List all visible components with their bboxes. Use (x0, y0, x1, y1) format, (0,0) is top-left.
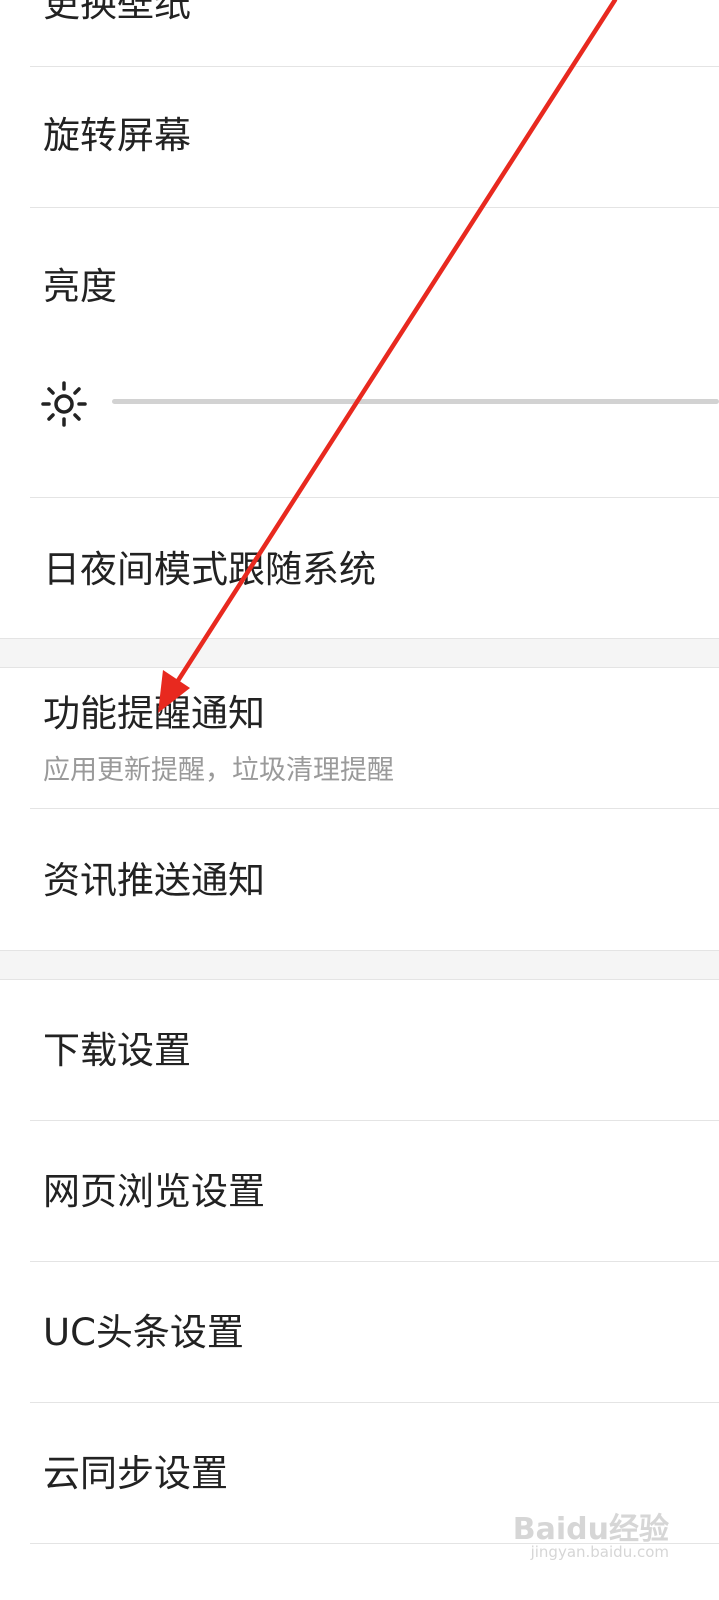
setting-row-uc-headline[interactable]: UC头条设置 (30, 1263, 719, 1403)
setting-label-news-push: 资讯推送通知 (43, 859, 265, 902)
section-divider (0, 638, 719, 668)
setting-label-browse: 网页浏览设置 (43, 1170, 265, 1213)
setting-label-brightness: 亮度 (43, 265, 117, 308)
setting-label-feature-notify: 功能提醒通知 (43, 692, 265, 735)
setting-label-wallpaper: 更换壁纸 (43, 0, 191, 25)
setting-sub-feature-notify: 应用更新提醒，垃圾清理提醒 (43, 755, 394, 786)
watermark-brand: Baidu经验 (512, 1512, 669, 1547)
setting-row-download[interactable]: 下载设置 (30, 981, 719, 1121)
setting-row-brightness: 亮度 (30, 208, 719, 498)
watermark-url: jingyan.baidu.com (530, 1543, 669, 1561)
setting-label-daynight: 日夜间模式跟随系统 (43, 548, 376, 591)
setting-label-rotate-screen: 旋转屏幕 (43, 114, 191, 157)
setting-row-browse[interactable]: 网页浏览设置 (30, 1122, 719, 1262)
brightness-slider[interactable] (112, 399, 719, 404)
sun-icon (41, 381, 87, 427)
setting-label-uc-headline: UC头条设置 (43, 1311, 244, 1354)
setting-row-wallpaper[interactable]: 更换壁纸 (30, 0, 719, 67)
setting-row-news-push[interactable]: 资讯推送通知 (30, 810, 719, 950)
setting-label-cloud-sync: 云同步设置 (43, 1452, 228, 1495)
section-divider (0, 950, 719, 980)
setting-row-rotate-screen[interactable]: 旋转屏幕 (30, 67, 719, 208)
setting-label-download: 下载设置 (43, 1029, 191, 1072)
setting-row-daynight[interactable]: 日夜间模式跟随系统 (30, 498, 719, 638)
setting-row-feature-notify[interactable]: 功能提醒通知 应用更新提醒，垃圾清理提醒 (30, 669, 719, 809)
